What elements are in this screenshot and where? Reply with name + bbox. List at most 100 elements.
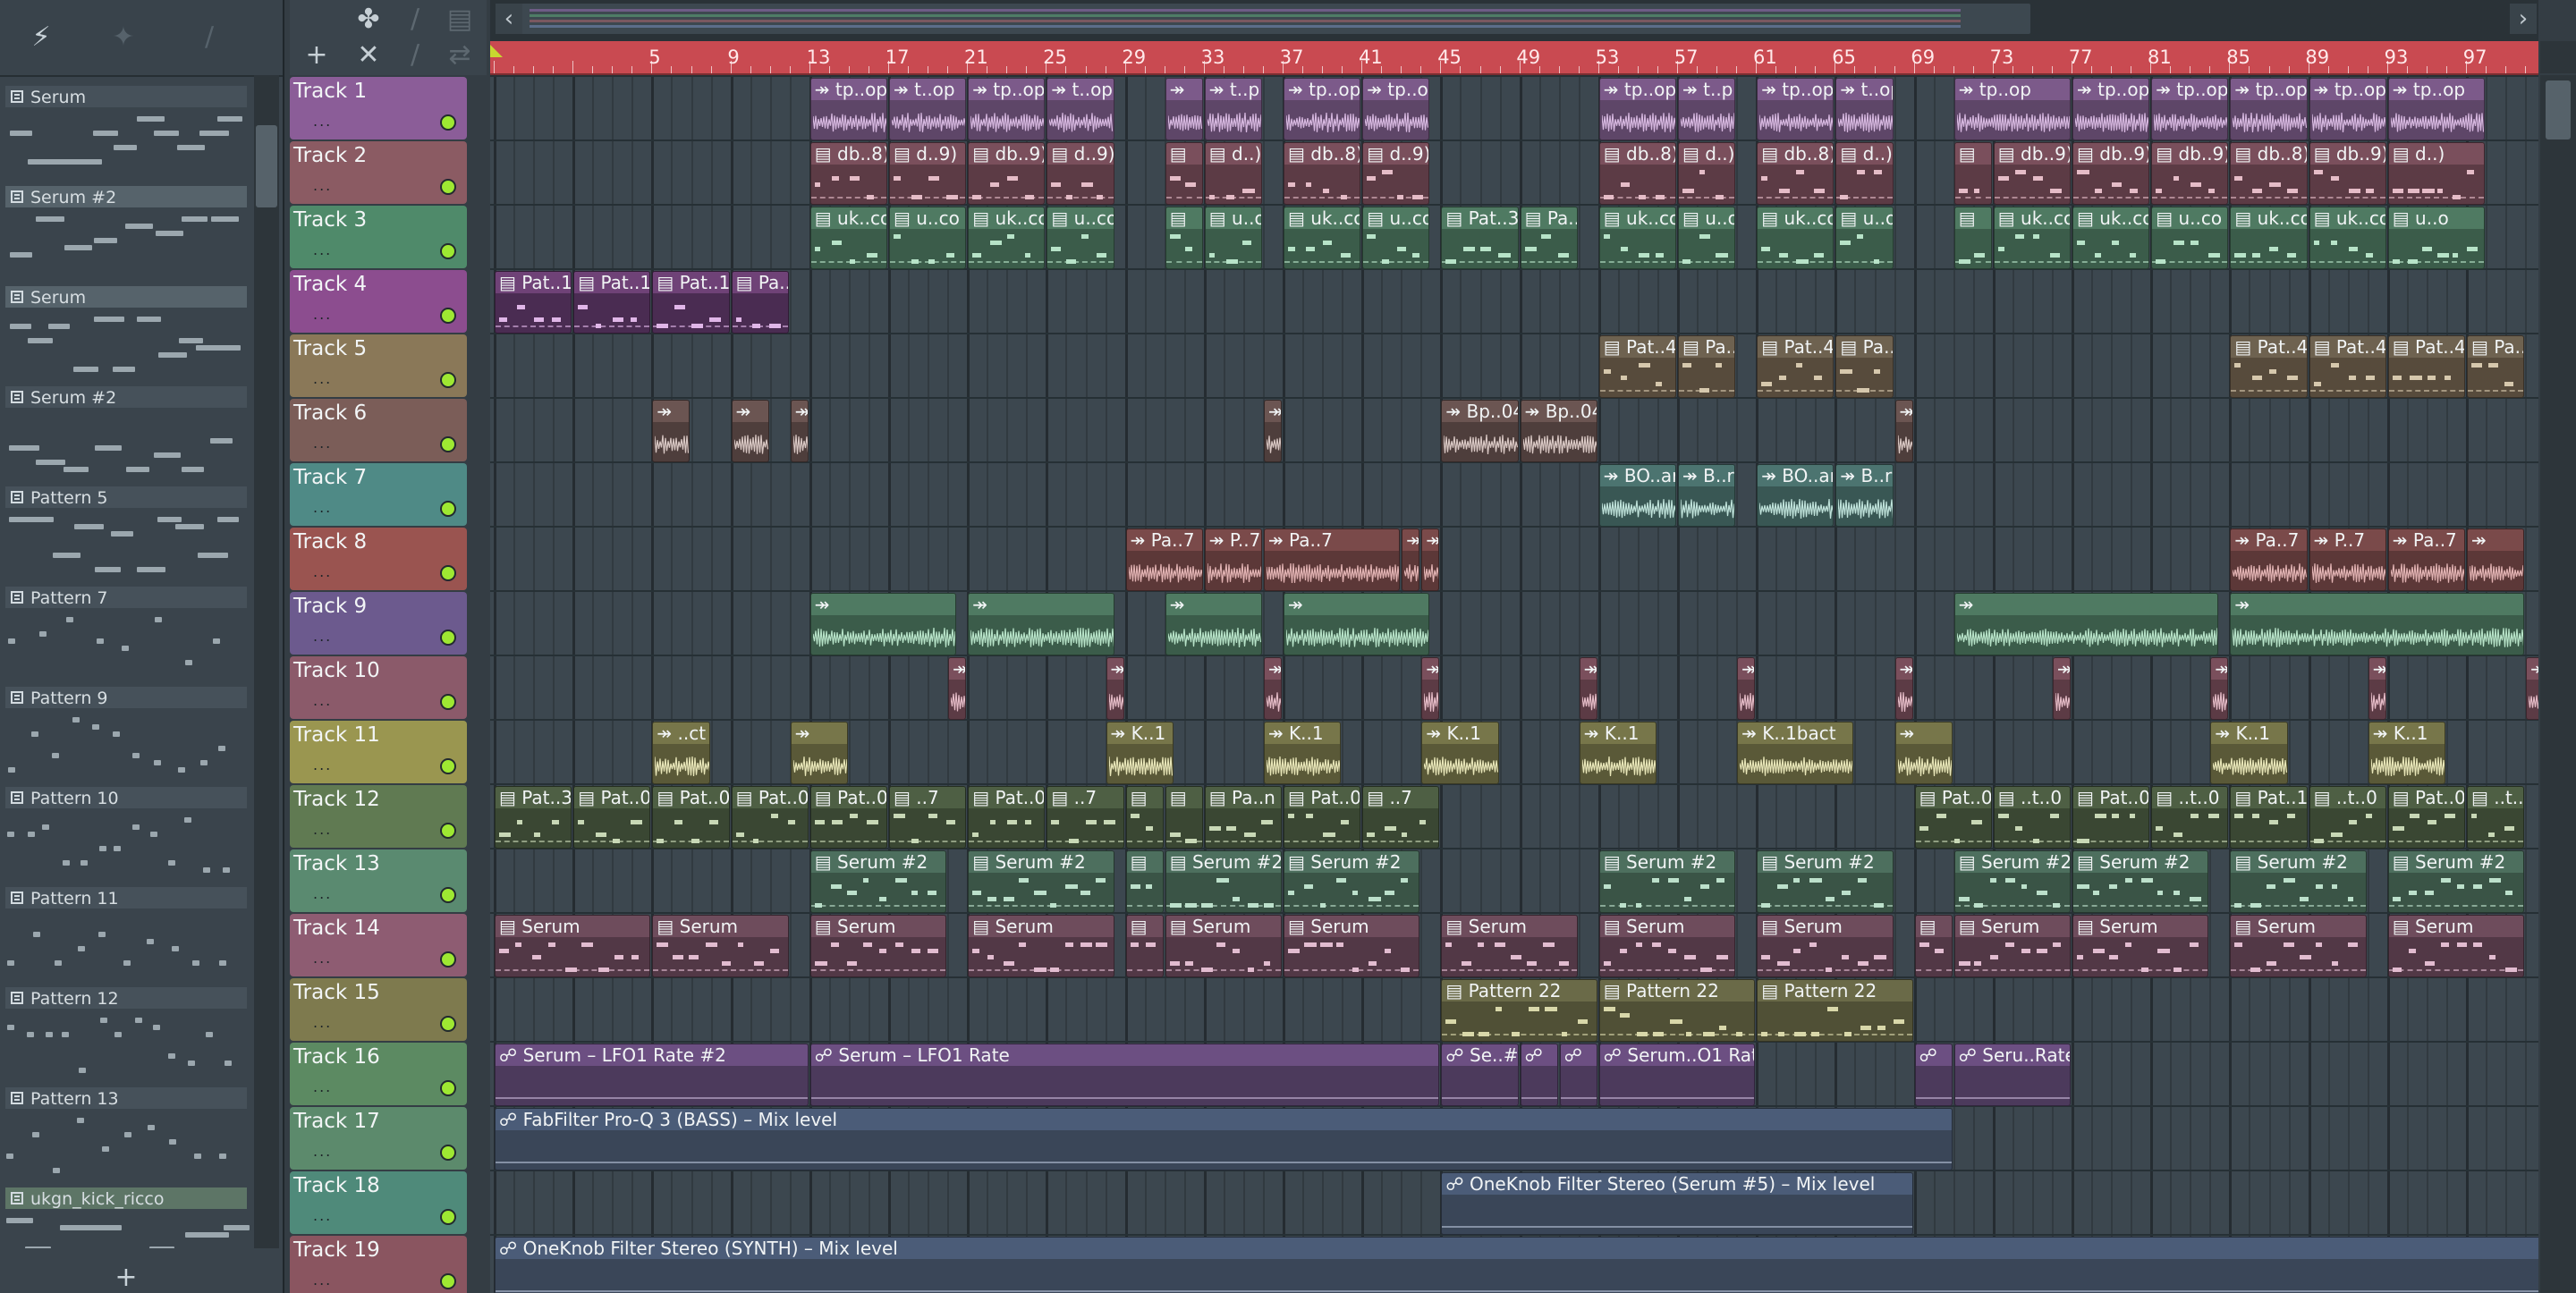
playlist-clip[interactable]: ↠ K..1 [1579, 722, 1657, 784]
clip-header[interactable]: ↠ [1106, 658, 1123, 680]
track-enable-led[interactable] [440, 1273, 456, 1289]
clip-header[interactable]: ↠ tp..op [2073, 79, 2149, 100]
track-header[interactable]: Track 19... [290, 1236, 467, 1293]
playlist-clip[interactable]: ▤ Pat..1 [495, 271, 572, 334]
clip-header[interactable]: ▤ Pat..1 [653, 272, 729, 293]
clip-header[interactable]: ▤ Pat..1 [496, 272, 572, 293]
picker-item-header[interactable]: Serum [5, 86, 247, 107]
track-header[interactable]: Track 7... [290, 463, 467, 526]
track-grip[interactable]: ... [313, 1143, 332, 1160]
playlist-clip[interactable]: ▤ Serum #2 [1953, 850, 2071, 913]
clip-header[interactable]: ▤ [1915, 916, 1952, 937]
playlist-clip[interactable]: ▤ d..9) [1362, 142, 1430, 205]
picker-item[interactable]: Serum #2 [0, 182, 252, 283]
clip-header[interactable]: ▤ Pat..4 [1758, 336, 1834, 358]
track-header[interactable]: Track 16... [290, 1043, 467, 1105]
playlist-clip[interactable]: ↠ Bp..04 [1520, 400, 1597, 462]
playlist-clip[interactable]: ▤ Pat..4 [2230, 335, 2308, 398]
clip-header[interactable]: ▤ Serum [2388, 916, 2524, 937]
playlist-clip[interactable]: ▤ Serum [809, 915, 947, 977]
clip-header[interactable]: ▤ uk..co [1758, 207, 1834, 229]
track-grip[interactable]: ... [313, 1078, 332, 1095]
overview-viewport[interactable] [521, 4, 2030, 34]
clip-header[interactable]: ▤ Pat..0 [574, 787, 650, 808]
clip-header[interactable]: ▤ Serum #2 [2388, 851, 2524, 873]
playlist-clip[interactable]: ▤ u..co [1046, 207, 1114, 269]
picker-item[interactable]: Pattern 10 [0, 783, 252, 883]
clip-header[interactable]: ↠ [791, 401, 808, 422]
clip-header[interactable]: ▤ d..) [1679, 143, 1735, 165]
clip-header[interactable]: ☍ FabFilter Pro-Q 3 (BASS) – Mix level [496, 1109, 1952, 1130]
playlist-clip[interactable]: ↠ [1894, 400, 1913, 462]
playlist-clip[interactable]: ↠ [1106, 657, 1124, 720]
playlist-clip[interactable]: ▤ Serum [495, 915, 651, 977]
track-enable-led[interactable] [440, 372, 456, 388]
select-tool-icon[interactable]: ▤ [442, 2, 478, 38]
playlist-clip[interactable]: ▤ Serum [2072, 915, 2209, 977]
playlist-clip[interactable]: ▤ Pat..1 [2230, 786, 2308, 849]
clip-header[interactable]: ▤ Serum [1442, 916, 1577, 937]
track-header[interactable]: Track 4... [290, 270, 467, 333]
playlist-clip[interactable]: ☍ [1520, 1044, 1558, 1106]
playlist-clip[interactable]: ▤ Serum #2 [809, 850, 947, 913]
playlist-clip[interactable]: ▤ u..co [1362, 207, 1430, 269]
playlist-clip[interactable]: ▤ db..8) [1598, 142, 1676, 205]
clip-header[interactable]: ▤ Pat..4 [2309, 336, 2385, 358]
playlist-clip[interactable]: ☍ OneKnob Filter Stereo (Serum #5) – Mix… [1441, 1172, 1913, 1235]
song-overview[interactable] [490, 0, 2538, 41]
clip-header[interactable]: ☍ [1521, 1044, 1557, 1066]
playlist-clip[interactable]: ▤ uk..co [809, 207, 887, 269]
track-name[interactable]: Track 4 [293, 272, 367, 297]
clip-header[interactable]: ▤ Pat..3 [496, 787, 572, 808]
clip-header[interactable]: ☍ Serum – LFO1 Rate #2 [496, 1044, 808, 1066]
snap-icon[interactable]: ✦ [106, 20, 141, 55]
clip-header[interactable]: ▤ Serum [1284, 916, 1419, 937]
playhead-marker[interactable] [490, 45, 503, 57]
playlist-clip[interactable]: ▤ db..8) [1757, 142, 1835, 205]
playlist-clip[interactable]: ▤ db..9) [2309, 142, 2386, 205]
clip-header[interactable]: ↠ tp..op [1363, 79, 1429, 100]
picker-item-header[interactable]: ukgn_kick_ricco [5, 1187, 247, 1209]
playlist-clip[interactable]: ▤ Pa.. [1520, 207, 1578, 269]
playlist-clip[interactable]: ▤ Serum #2 [1165, 850, 1282, 913]
clip-header[interactable]: ▤ d..) [1836, 143, 1893, 165]
playlist-clip[interactable]: ↠ [790, 400, 809, 462]
playlist-clip[interactable]: ↠ [1953, 593, 2219, 655]
track-enable-led[interactable] [440, 565, 456, 581]
track-header[interactable]: Track 10... [290, 656, 467, 719]
clip-header[interactable]: ▤ ..7 [1047, 787, 1123, 808]
clip-header[interactable]: ▤ uk..co [1599, 207, 1675, 229]
playlist-clip[interactable]: ▤ uk..co [1993, 207, 2071, 269]
clip-header[interactable]: ▤ Serum #2 [1954, 851, 2070, 873]
playlist-clip[interactable]: ▤ Serum [968, 915, 1114, 977]
clip-header[interactable]: ↠ K..1 [1580, 723, 1656, 744]
clip-header[interactable]: ↠ tp..op [810, 79, 886, 100]
playlist-clip[interactable]: ↠ [652, 400, 691, 462]
track-grip[interactable]: ... [313, 177, 332, 194]
playlist-clip[interactable]: ↠ [1402, 528, 1420, 591]
playlist-clip[interactable]: ↠ [2230, 593, 2525, 655]
clip-header[interactable]: ▤ db..8) [1758, 143, 1834, 165]
clip-header[interactable]: ↠ K..1 [1264, 723, 1341, 744]
playlist-clip[interactable]: ▤ [1953, 142, 1992, 205]
playlist-clip[interactable]: ▤ d..) [1678, 142, 1736, 205]
clip-header[interactable]: ↠ [1165, 79, 1202, 100]
track-grip[interactable]: ... [313, 821, 332, 838]
clip-header[interactable]: ↠ t..op [890, 79, 966, 100]
playlist-clip[interactable]: ↠ [1263, 400, 1282, 462]
playlist-clip[interactable]: ↠ [790, 722, 848, 784]
playlist-clip[interactable]: ↠ tp..op [968, 78, 1046, 140]
clip-header[interactable]: ▤ uk..co [969, 207, 1045, 229]
picker-item-header[interactable]: Serum [5, 286, 247, 308]
playlist-clip[interactable]: ▤ Pat..0 [2387, 786, 2465, 849]
clip-header[interactable]: ▤ ..t..0 [2152, 787, 2228, 808]
clip-header[interactable]: ▤ Serum [1954, 916, 2070, 937]
clip-header[interactable]: ▤ Pat..0 [810, 787, 886, 808]
clip-header[interactable]: ▤ Pa.. [732, 272, 788, 293]
track-name[interactable]: Track 2 [293, 143, 367, 168]
playlist-clip[interactable]: ▤ Serum #2 [2387, 850, 2525, 913]
mute-tool-icon[interactable]: ∕ [397, 38, 433, 73]
playlist-clip[interactable]: ▤ uk..co [1757, 207, 1835, 269]
clip-header[interactable]: ↠ tp..op [2152, 79, 2228, 100]
clip-header[interactable]: ▤ uk..co [2309, 207, 2385, 229]
